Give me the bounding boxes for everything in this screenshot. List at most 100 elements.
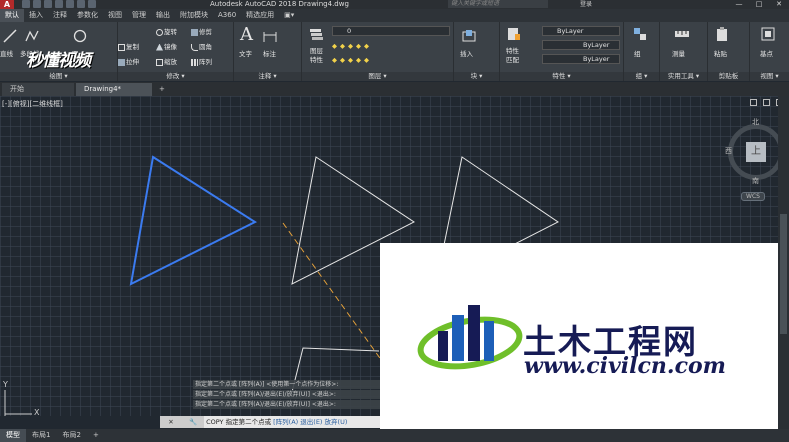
scale-button[interactable]: 缩放	[156, 56, 177, 66]
vertical-scrollbar[interactable]	[778, 96, 789, 429]
title-bar: A Autodesk AutoCAD 2018 Drawing4.dwg 键入关…	[0, 0, 789, 9]
undo-icon[interactable]	[77, 0, 85, 8]
command-close-icon[interactable]: ✕	[160, 416, 182, 428]
tab-layout2[interactable]: 布局2	[56, 429, 86, 442]
tab-model[interactable]: 模型	[0, 429, 26, 442]
tab-home[interactable]: 默认	[0, 9, 24, 22]
doc-tab-start[interactable]: 开始	[2, 83, 74, 96]
base-view-icon[interactable]	[760, 26, 776, 42]
command-line[interactable]: ✕ 🔧 COPY 指定第二个点或 [阵列(A) 退出(E) 放弃(U)	[160, 416, 383, 428]
stretch-button[interactable]: 拉伸	[118, 56, 139, 66]
layer-dropdown[interactable]: 0	[332, 26, 450, 36]
layer-tools-icon[interactable]: ◆◆◆◆◆	[332, 42, 372, 50]
line-icon[interactable]	[2, 28, 18, 44]
measure-icon[interactable]	[674, 26, 690, 42]
array-button[interactable]: 阵列	[191, 56, 212, 66]
app-menu-button[interactable]: A	[0, 0, 14, 9]
view-panel-label[interactable]: 视图 ▾	[750, 72, 789, 81]
mirror-button[interactable]: 镜像	[156, 41, 177, 51]
keyword-exit[interactable]: 退出(E)	[300, 418, 322, 426]
tab-view[interactable]: 视图	[103, 9, 127, 22]
color-dropdown[interactable]: ByLayer	[542, 26, 620, 36]
view-panel: 基点 视图 ▾	[750, 22, 789, 81]
add-tab-button[interactable]: +	[155, 83, 169, 96]
open-icon[interactable]	[33, 0, 41, 8]
maximize-button[interactable]: □	[749, 0, 769, 9]
compass-north[interactable]: 北	[752, 117, 759, 127]
tab-addins[interactable]: 附加模块	[175, 9, 213, 22]
groups-panel-label[interactable]: 组 ▾	[624, 72, 659, 81]
group-button[interactable]: 组	[634, 48, 641, 58]
match-properties-icon[interactable]	[506, 26, 522, 42]
tab-layout1[interactable]: 布局1	[26, 429, 56, 442]
tab-more[interactable]: ▣▾	[279, 9, 299, 22]
command-customize-icon[interactable]: 🔧	[182, 416, 204, 428]
paste-icon[interactable]	[714, 26, 730, 42]
view-cube-top-face[interactable]: 上	[746, 142, 766, 162]
insert-button[interactable]: 插入	[460, 48, 473, 58]
layers-panel-label[interactable]: 图层 ▾	[302, 72, 453, 81]
tab-output[interactable]: 输出	[151, 9, 175, 22]
login-button[interactable]: 登录	[580, 0, 592, 9]
save-icon[interactable]	[44, 0, 52, 8]
dimension-icon[interactable]	[262, 28, 278, 44]
layer-tools-2-icon[interactable]: ◆◆◆◆◆	[332, 56, 372, 64]
selected-triangle[interactable]	[129, 155, 258, 286]
modify-panel-label[interactable]: 修改 ▾	[118, 72, 233, 81]
keyword-array[interactable]: [阵列(A)	[273, 418, 298, 426]
draw-panel-label[interactable]: 绘图 ▾	[0, 72, 117, 81]
plot-icon[interactable]	[66, 0, 74, 8]
redo-icon[interactable]	[88, 0, 96, 8]
insert-block-icon[interactable]	[461, 28, 477, 44]
tab-a360[interactable]: A360	[213, 9, 241, 22]
layer-properties-icon[interactable]	[308, 26, 324, 42]
utilities-panel-label[interactable]: 实用工具 ▾	[660, 72, 707, 81]
keyword-undo[interactable]: 放弃(U)	[325, 418, 348, 426]
wcs-menu[interactable]: WCS	[741, 192, 765, 201]
block-panel: 插入 块 ▾	[454, 22, 500, 81]
properties-panel-label[interactable]: 特性 ▾	[500, 72, 623, 81]
add-layout-button[interactable]: +	[87, 429, 105, 442]
block-panel-label[interactable]: 块 ▾	[454, 72, 499, 81]
linetype-dropdown[interactable]: ByLayer	[542, 40, 620, 50]
text-button[interactable]: 文字	[239, 48, 252, 58]
annotation-panel-label[interactable]: 注释 ▾	[234, 72, 301, 81]
circle-icon[interactable]	[72, 28, 88, 44]
compass-west[interactable]: 西	[725, 146, 732, 156]
tab-featured-apps[interactable]: 精选应用	[241, 9, 279, 22]
match-properties-button[interactable]: 特性 匹配	[506, 47, 519, 65]
polyline-icon[interactable]	[24, 28, 40, 44]
new-icon[interactable]	[22, 0, 30, 8]
measure-button[interactable]: 测量	[672, 48, 685, 58]
trim-button[interactable]: 修剪	[191, 26, 212, 36]
view-cube[interactable]: 上	[728, 124, 784, 180]
tab-annotate[interactable]: 注释	[48, 9, 72, 22]
minimize-button[interactable]: —	[729, 0, 749, 9]
compass-south[interactable]: 南	[752, 176, 759, 186]
quick-access-toolbar	[22, 0, 96, 8]
rotate-button[interactable]: 旋转	[156, 26, 177, 36]
tab-insert[interactable]: 插入	[24, 9, 48, 22]
paste-button[interactable]: 粘贴	[714, 48, 727, 58]
command-history: 指定第二个点或 [阵列(A)] <使用第一个点作为位移>: 指定第二个点或 [阵…	[193, 380, 383, 410]
tab-parametric[interactable]: 参数化	[72, 9, 103, 22]
doc-tab-drawing4[interactable]: Drawing4*	[76, 83, 152, 96]
layer-properties-button[interactable]: 图层 特性	[310, 47, 323, 65]
line-button[interactable]: 直线	[0, 48, 13, 58]
clipboard-panel-label[interactable]: 剪贴板	[708, 72, 749, 81]
tab-manage[interactable]: 管理	[127, 9, 151, 22]
group-icon[interactable]	[632, 26, 648, 42]
search-input[interactable]: 键入关键字或短语	[448, 0, 548, 8]
scrollbar-thumb[interactable]	[780, 214, 787, 334]
base-button[interactable]: 基点	[760, 48, 773, 58]
dimension-button[interactable]: 标注	[263, 48, 276, 58]
saveas-icon[interactable]	[55, 0, 63, 8]
close-button[interactable]: ✕	[769, 0, 789, 9]
mirror-icon	[156, 43, 163, 51]
utilities-panel: 测量 实用工具 ▾	[660, 22, 708, 81]
fillet-button[interactable]: 圆角	[191, 41, 212, 51]
copy-icon	[118, 43, 125, 51]
text-icon[interactable]: A	[240, 24, 253, 45]
lineweight-dropdown[interactable]: ByLayer	[542, 54, 620, 64]
copy-button[interactable]: 复制	[118, 41, 139, 51]
